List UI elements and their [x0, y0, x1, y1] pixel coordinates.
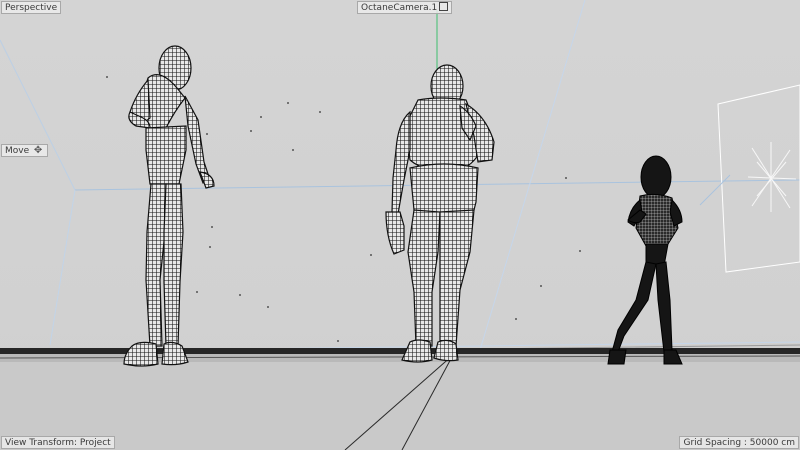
move-tool-indicator[interactable]: Move ✥	[1, 144, 49, 157]
figure-dark-child[interactable]	[607, 155, 683, 365]
3d-viewport[interactable]: Perspective OctaneCamera.1 Move ✥ View T…	[0, 0, 800, 450]
move-tool-label: Move	[5, 146, 30, 156]
light-object	[699, 84, 800, 273]
camera-target-icon[interactable]	[439, 2, 449, 11]
camera-label[interactable]: OctaneCamera.1	[357, 1, 453, 14]
view-transform-readout: View Transform: Project	[1, 436, 115, 449]
light-star-icon	[747, 142, 797, 212]
figure-tall-mannequin[interactable]	[123, 45, 215, 367]
scene-canvas[interactable]	[0, 0, 800, 450]
figure-stocky-mannequin[interactable]	[385, 64, 495, 363]
grid-spacing-readout: Grid Spacing : 50000 cm	[679, 436, 799, 449]
viewport-view-name[interactable]: Perspective	[1, 1, 62, 14]
move-arrows-icon: ✥	[33, 145, 43, 156]
camera-name: OctaneCamera.1	[361, 3, 438, 13]
